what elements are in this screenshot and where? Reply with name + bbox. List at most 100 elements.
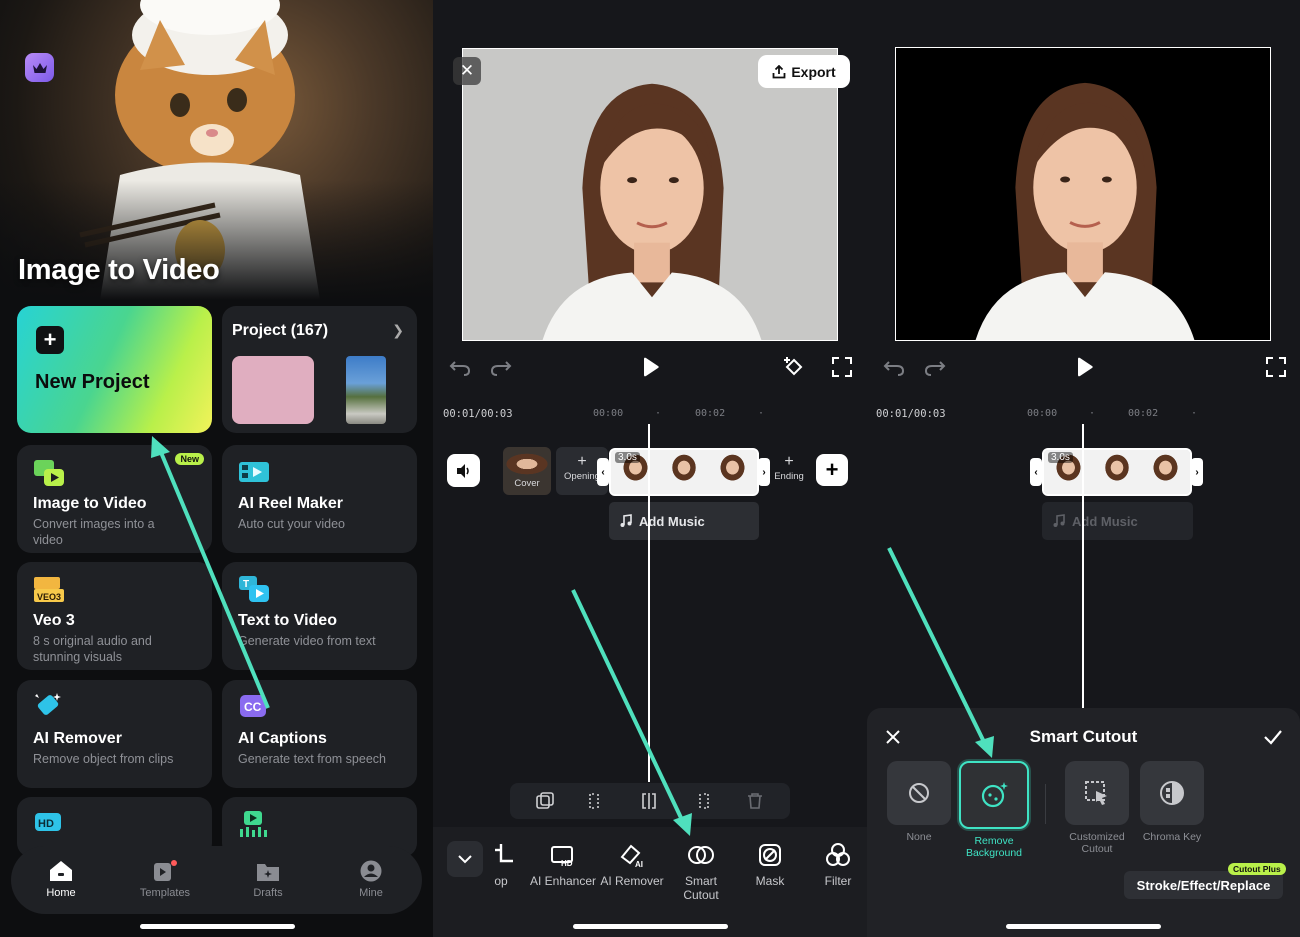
tool-label: AI Enhancer [529,874,597,888]
option-chroma-key[interactable]: Chroma Key [1132,761,1212,843]
clip-duration: 3.0s [615,452,640,463]
tool-ai-captions[interactable]: CC AI Captions Generate text from speech [222,680,417,788]
customized-cutout-icon [1085,781,1107,805]
hero-banner[interactable]: Image to Video [0,0,433,300]
nav-templates[interactable]: Templates [125,846,205,914]
project-card[interactable]: Project (167) ❯ [222,306,417,433]
new-project-button[interactable]: + New Project [17,306,212,433]
tool-ai-remover[interactable]: AI AI Remover [598,841,666,888]
editor-screen: ✕ Export 00:01/00:03 00:00 · 00:02 · Cov… [433,0,867,937]
nav-drafts[interactable]: Drafts [228,846,308,914]
fullscreen-icon[interactable] [1265,356,1287,378]
delete-icon[interactable] [746,792,764,810]
smart-cutout-icon [688,846,714,864]
tool-ai-remover[interactable]: AI Remover Remove object from clips [17,680,212,788]
timecode: 00:01/00:03 [876,408,946,420]
svg-text:T: T [243,579,249,590]
clip-duration: 3.0s [1048,452,1073,463]
option-label: None [906,831,932,843]
add-clip-button[interactable]: + [816,454,848,486]
undo-icon[interactable] [449,356,471,378]
tool-filter[interactable]: Filter [804,841,867,888]
undo-icon[interactable] [883,356,905,378]
cover-button[interactable]: Cover [503,447,551,495]
tool-text-to-video[interactable]: T Text to Video Generate video from text [222,562,417,670]
ruler-dot: · [1191,408,1198,419]
veo3-icon: VEO3 [34,577,64,602]
svg-text:VEO3: VEO3 [37,592,61,602]
crop-icon [495,844,513,863]
fullscreen-icon[interactable] [831,356,853,378]
new-badge: New [175,453,204,465]
close-button[interactable]: ✕ [453,57,481,85]
option-customized-cutout[interactable]: Customized Cutout [1057,761,1137,855]
chevron-right-icon[interactable]: ❯ [392,322,404,339]
export-button[interactable]: Export [758,55,850,88]
home-indicator [573,924,728,929]
project-thumbnail[interactable] [232,356,314,424]
play-icon[interactable] [1073,356,1095,378]
split-right-icon[interactable] [693,792,711,810]
portrait-photo [463,49,837,340]
ai-eraser-icon: AI [620,844,643,869]
keyframe-icon[interactable] [783,356,805,378]
remove-background-icon [981,782,1008,808]
nav-label: Drafts [253,887,283,899]
tool-image-to-video[interactable]: New Image to Video Convert images into a… [17,445,212,553]
premium-crown-button[interactable] [25,53,54,82]
ruler-tick: 00:02 [1128,408,1159,419]
video-clip[interactable]: 3.0s [609,448,759,496]
tool-label: Filter [824,874,852,888]
option-none[interactable]: None [879,761,959,843]
redo-icon[interactable] [490,356,512,378]
trim-handle-left[interactable]: ‹ [1030,458,1042,486]
redo-icon[interactable] [924,356,946,378]
split-icon[interactable] [640,792,658,810]
tool-title: Veo 3 [33,612,75,629]
play-icon[interactable] [639,356,661,378]
tool-description: Generate text from speech [238,752,386,766]
project-thumbnail[interactable] [346,356,386,424]
stroke-effect-replace-button[interactable]: Stroke/Effect/Replace [1124,871,1283,899]
nav-label: Home [46,887,76,899]
option-label: Chroma Key [1142,831,1202,843]
eraser-icon [35,693,61,715]
tool-title: AI Remover [33,730,122,747]
tool-title: AI Captions [238,730,327,747]
mute-audio-button[interactable] [447,454,480,487]
nav-label: Mine [359,887,383,899]
video-clip[interactable]: 3.0s [1042,448,1192,496]
image-to-video-icon [34,460,64,486]
video-preview[interactable] [462,48,838,341]
tool-crop[interactable]: op [467,841,535,888]
hero-title: Image to Video [18,254,220,286]
tool-veo-3[interactable]: VEO3 Veo 3 8 s original audio and stunni… [17,562,212,670]
tool-ai-reel-maker[interactable]: AI Reel Maker Auto cut your video [222,445,417,553]
tool-ai-enhancer[interactable]: HD AI Enhancer [529,841,597,888]
nav-home[interactable]: Home [21,846,101,914]
mask-icon [759,844,781,866]
ruler-dot: · [1089,408,1096,419]
audio-video-icon [240,811,267,837]
trim-handle-left[interactable]: ‹ [597,458,609,486]
tool-smart-cutout[interactable]: Smart Cutout [667,841,735,902]
checkmark-icon[interactable] [1263,729,1283,745]
tool-mask[interactable]: Mask [736,841,804,888]
hd-ai-icon: HD [35,813,61,831]
split-left-icon[interactable] [587,792,605,810]
playhead[interactable] [648,424,650,782]
playhead[interactable] [1082,424,1084,708]
cutout-preview[interactable] [895,47,1271,341]
trim-handle-right[interactable]: › [1191,458,1203,486]
ending-button[interactable]: + Ending [769,447,809,495]
svg-text:HD: HD [561,859,573,868]
nav-mine[interactable]: Mine [331,846,411,914]
edit-toolbar: op HD AI Enhancer AI AI Remover Smart Cu… [433,827,867,937]
duplicate-icon[interactable] [536,792,554,810]
export-label: Export [791,63,836,80]
svg-text:CC: CC [244,700,262,714]
clip-edit-bar [510,783,790,819]
timecode: 00:01/00:03 [443,408,513,420]
option-remove-background[interactable]: Remove Background [954,761,1034,859]
add-music-row[interactable]: Add Music [609,502,759,540]
